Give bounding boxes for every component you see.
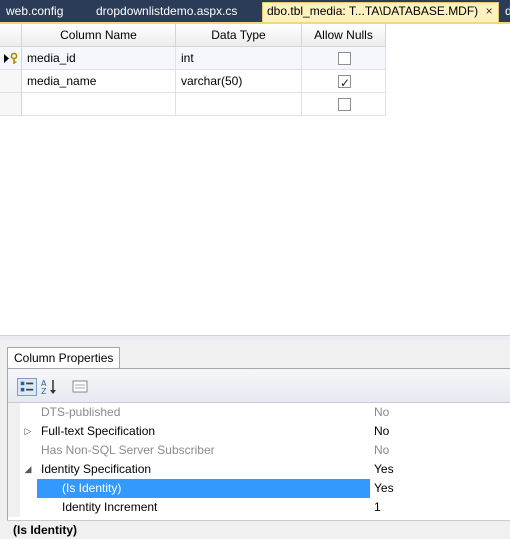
allow-nulls-cell	[302, 47, 386, 70]
tab-overflow[interactable]: d	[501, 3, 510, 22]
allow-nulls-cell	[302, 70, 386, 94]
categorized-icon[interactable]	[17, 378, 37, 396]
allow-nulls-checkbox[interactable]	[338, 98, 351, 111]
table-designer-window: web.config dropdownlistdemo.aspx.cs dbo.…	[0, 0, 510, 539]
row-selector[interactable]	[0, 47, 22, 70]
properties-toolbar: A Z	[8, 369, 510, 403]
row-selector-header	[0, 24, 22, 47]
data-type-cell[interactable]: int	[176, 47, 302, 70]
allow-nulls-cell	[302, 93, 386, 116]
close-icon[interactable]: ×	[484, 3, 494, 20]
primary-key-icon	[4, 52, 18, 64]
document-tab-strip: web.config dropdownlistdemo.aspx.cs dbo.…	[0, 0, 510, 24]
property-pages-icon[interactable]	[70, 378, 90, 396]
property-row-has-non-sql-server-subscriber[interactable]: Has Non-SQL Server Subscriber No	[8, 441, 510, 460]
expand-icon[interactable]: ▷	[22, 422, 34, 441]
property-row-is-identity[interactable]: (Is Identity) Yes	[8, 479, 510, 498]
column-properties-panel: A Z DTS-published No ▷ Full-text Specifi…	[7, 368, 510, 539]
alphabetical-sort-icon[interactable]: A Z	[40, 378, 60, 396]
property-row-identity-specification[interactable]: ◢ Identity Specification Yes	[8, 460, 510, 479]
allow-nulls-header: Allow Nulls	[302, 24, 386, 47]
column-name-cell[interactable]: media_id	[22, 47, 176, 70]
tab-column-properties[interactable]: Column Properties	[7, 347, 121, 369]
column-name-cell[interactable]	[22, 93, 176, 116]
tab-tbl-media[interactable]: dbo.tbl_media: T...TA\DATABASE.MDF) ×	[262, 2, 500, 22]
column-properties-area: Column Properties A Z DTS-published No ▷…	[0, 340, 510, 539]
property-description-title: (Is Identity)	[7, 520, 510, 539]
column-name-cell[interactable]: media_name	[22, 70, 176, 93]
allow-nulls-checkbox[interactable]	[338, 72, 351, 94]
data-type-cell[interactable]	[176, 93, 302, 116]
allow-nulls-checkbox[interactable]	[338, 52, 351, 65]
data-type-cell[interactable]: varchar(50)	[176, 70, 302, 93]
row-selector[interactable]	[0, 93, 22, 116]
column-name-header: Column Name	[22, 24, 176, 47]
collapse-icon[interactable]: ◢	[22, 460, 34, 479]
property-row-full-text-specification[interactable]: ▷ Full-text Specification No	[8, 422, 510, 441]
property-row-dts-published[interactable]: DTS-published No	[8, 403, 510, 422]
tab-web-config[interactable]: web.config	[2, 3, 67, 22]
property-row-identity-increment[interactable]: Identity Increment 1	[8, 498, 510, 517]
tab-dropdownlistdemo[interactable]: dropdownlistdemo.aspx.cs	[92, 3, 241, 22]
data-type-header: Data Type	[176, 24, 302, 47]
svg-text:Z: Z	[41, 387, 47, 396]
row-selector[interactable]	[0, 70, 22, 93]
